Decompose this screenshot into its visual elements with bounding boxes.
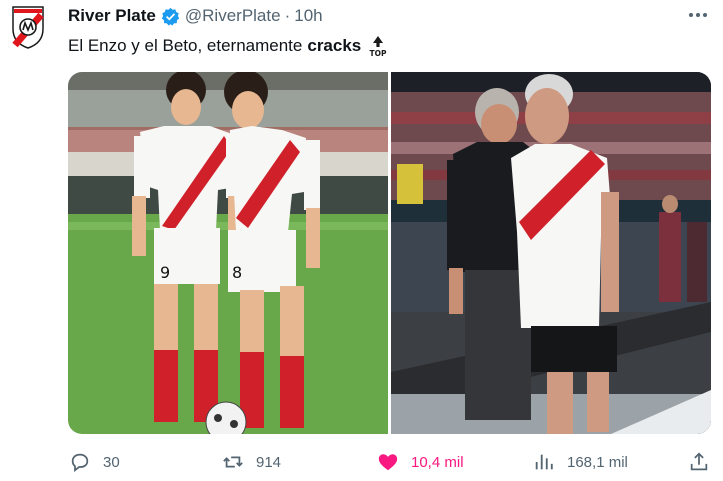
repost-icon bbox=[223, 456, 243, 468]
tweet-text: El Enzo y el Beto, eternamente cracks TO… bbox=[68, 34, 390, 58]
author-handle[interactable]: @RiverPlate bbox=[185, 6, 281, 26]
tweet-text-prefix: El Enzo y el Beto, eternamente bbox=[68, 36, 303, 55]
svg-text:TOP: TOP bbox=[370, 49, 387, 58]
separator-dot: · bbox=[284, 6, 291, 25]
heart-icon bbox=[378, 454, 398, 471]
media-grid[interactable]: 9 8 bbox=[68, 72, 711, 434]
views-button[interactable]: 168,1 mil bbox=[533, 450, 628, 474]
action-bar: 30 914 10,4 mil 168,1 mil bbox=[0, 450, 723, 474]
photo-right[interactable] bbox=[391, 72, 711, 434]
river-plate-crest-icon bbox=[12, 6, 44, 49]
avatar[interactable] bbox=[12, 5, 44, 49]
reply-button[interactable]: 30 bbox=[69, 450, 120, 474]
photo-left[interactable]: 9 8 bbox=[68, 72, 388, 434]
author-name[interactable]: River Plate bbox=[68, 6, 156, 26]
tweet-text-bold: cracks bbox=[307, 36, 362, 55]
top-arrow-icon: TOP bbox=[370, 36, 387, 58]
timestamp[interactable]: 10h bbox=[294, 6, 322, 26]
views-count: 168,1 mil bbox=[567, 453, 628, 471]
share-icon bbox=[690, 452, 708, 471]
like-button[interactable]: 10,4 mil bbox=[377, 450, 464, 474]
verified-badge-icon[interactable] bbox=[161, 7, 180, 26]
svg-text:9: 9 bbox=[160, 263, 170, 282]
like-count: 10,4 mil bbox=[411, 453, 464, 471]
views-bar-chart-icon bbox=[535, 454, 553, 470]
tweet-header: River Plate @RiverPlate · 10h bbox=[68, 6, 323, 26]
svg-text:8: 8 bbox=[232, 263, 242, 282]
repost-button[interactable]: 914 bbox=[222, 450, 281, 474]
repost-count: 914 bbox=[256, 453, 282, 471]
reply-count: 30 bbox=[103, 453, 120, 471]
more-options-icon[interactable] bbox=[686, 4, 710, 26]
share-button[interactable] bbox=[688, 450, 710, 474]
reply-icon bbox=[71, 453, 89, 473]
